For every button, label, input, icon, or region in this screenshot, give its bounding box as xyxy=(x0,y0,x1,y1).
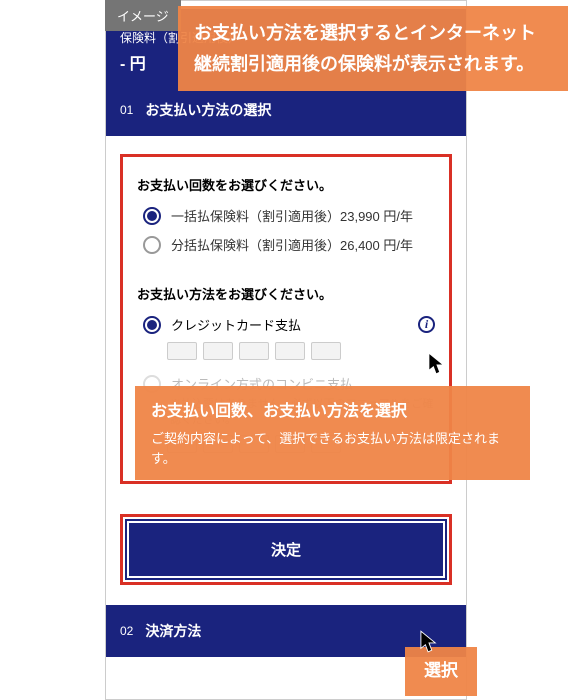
info-icon[interactable]: i xyxy=(418,316,435,333)
radio-icon xyxy=(143,207,161,225)
method-option-label: クレジットカード支払 xyxy=(171,315,301,334)
radio-icon xyxy=(143,316,161,334)
section-01-header: 01 お支払い方法の選択 xyxy=(106,84,466,136)
submit-highlight: 決定 xyxy=(120,514,452,585)
diners-logo xyxy=(311,342,341,360)
app-frame: 保険料（割引適用後） - 円 01 お支払い方法の選択 お支払い回数をお選びくだ… xyxy=(105,0,467,700)
method-option-credit[interactable]: クレジットカード支払 xyxy=(143,315,301,334)
frequency-option-split[interactable]: 分括払保険料（割引適用後）26,400 円/年 xyxy=(143,235,435,254)
section-02-title: 決済方法 xyxy=(145,621,201,641)
cursor-icon xyxy=(428,352,446,381)
callout-premium-explain: お支払い方法を選択するとインターネット継続割引適用後の保険料が表示されます。 xyxy=(178,6,568,91)
frequency-option-label: 分括払保険料（割引適用後）26,400 円/年 xyxy=(171,235,413,254)
image-tab: イメージ xyxy=(105,0,181,31)
credit-card-logos xyxy=(167,342,435,360)
frequency-option-lump[interactable]: 一括払保険料（割引適用後）23,990 円/年 xyxy=(143,206,435,225)
callout-select: 選択 xyxy=(405,647,477,696)
cursor-icon xyxy=(420,630,438,659)
radio-icon xyxy=(143,236,161,254)
submit-button[interactable]: 決定 xyxy=(127,521,445,578)
frequency-option-label: 一括払保険料（割引適用後）23,990 円/年 xyxy=(171,206,413,225)
method-label: お支払い方法をお選びください。 xyxy=(137,284,435,303)
callout-main: お支払い回数、お支払い方法を選択 xyxy=(151,403,407,420)
amex-logo xyxy=(275,342,305,360)
mastercard-logo xyxy=(203,342,233,360)
frequency-label: お支払い回数をお選びください。 xyxy=(137,175,435,194)
section-01-no: 01 xyxy=(120,103,133,117)
section-01-title: お支払い方法の選択 xyxy=(145,100,271,120)
callout-method-explain: お支払い回数、お支払い方法を選択 ご契約内容によって、選択できるお支払い方法は限… xyxy=(135,386,530,480)
visa-logo xyxy=(167,342,197,360)
section-02-no: 02 xyxy=(120,624,133,638)
jcb-logo xyxy=(239,342,269,360)
callout-sub: ご契約内容によって、選択できるお支払い方法は限定されます。 xyxy=(151,429,514,468)
